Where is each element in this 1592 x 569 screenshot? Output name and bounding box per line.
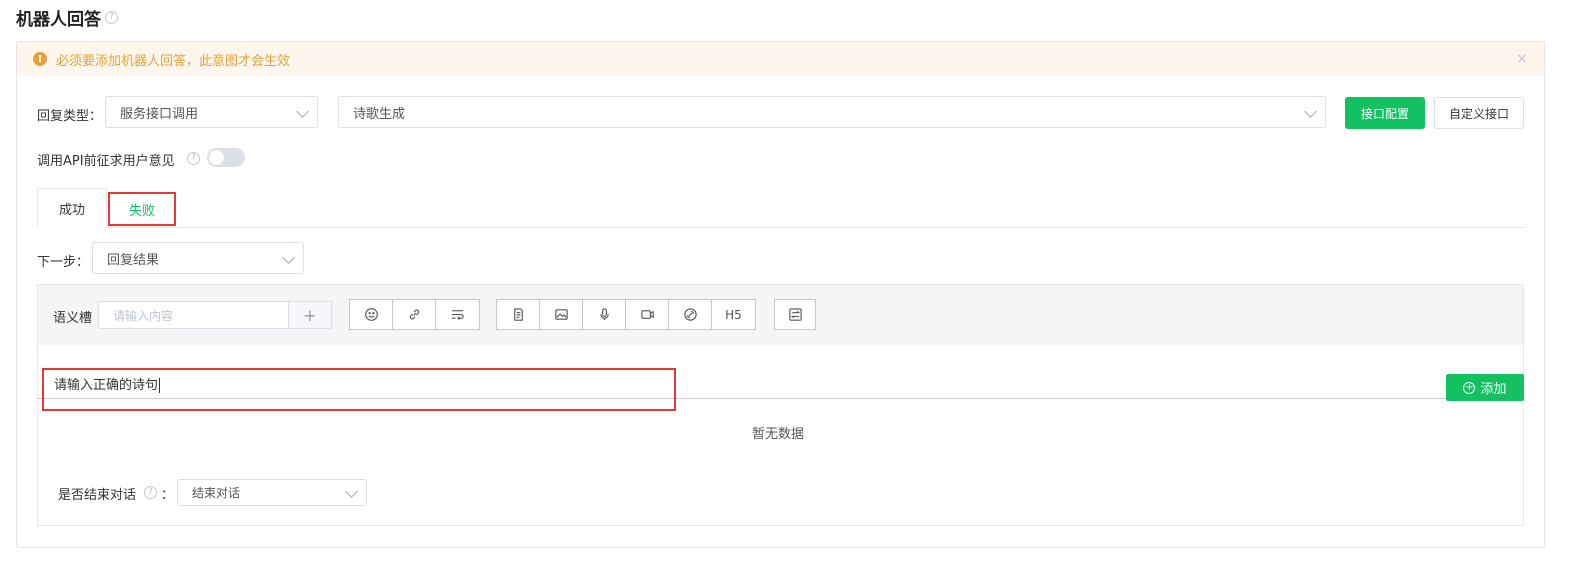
chevron-down-icon xyxy=(1304,105,1317,118)
tab-success[interactable]: 成功 xyxy=(37,188,107,228)
reply-type-value: 服务接口调用 xyxy=(120,106,199,122)
slot-input[interactable]: 请输入内容 xyxy=(98,301,288,329)
microphone-icon xyxy=(599,308,609,321)
video-button[interactable] xyxy=(626,300,669,329)
next-step-select[interactable]: 回复结果 xyxy=(92,242,304,274)
consent-label: 调用API前征求用户意见 xyxy=(37,154,175,169)
close-icon[interactable]: × xyxy=(1516,51,1528,67)
service-select[interactable]: 诗歌生成 xyxy=(338,96,1326,128)
add-slot-button[interactable]: + xyxy=(288,301,332,329)
hyperlink-icon xyxy=(683,308,697,321)
link-button[interactable] xyxy=(393,300,436,329)
service-value: 诗歌生成 xyxy=(353,106,406,122)
chevron-down-icon xyxy=(296,105,309,118)
image-icon xyxy=(554,309,568,320)
chevron-down-icon xyxy=(345,485,358,498)
text-wrap-button[interactable] xyxy=(436,300,479,329)
end-dialog-select[interactable]: 结束对话 xyxy=(177,479,367,506)
reply-type-label: 回复类型： xyxy=(37,109,103,124)
warning-icon: ! xyxy=(33,52,47,66)
media-tools: H5 xyxy=(496,299,756,330)
editor-toolbar: 语义槽 请输入内容 + H5 xyxy=(38,285,1523,345)
video-icon xyxy=(640,310,654,319)
hyperlink-button[interactable] xyxy=(669,300,712,329)
empty-state: 暂无数据 xyxy=(752,427,805,442)
document-button[interactable] xyxy=(497,300,540,329)
reply-highlight-box xyxy=(42,368,676,411)
plus-circle-icon: + xyxy=(1463,381,1476,394)
swap-icon xyxy=(788,308,802,321)
custom-api-button[interactable]: 自定义接口 xyxy=(1434,97,1524,129)
add-button-label: 添加 xyxy=(1480,382,1507,397)
text-wrap-icon xyxy=(451,310,464,321)
next-step-label: 下一步： xyxy=(37,255,90,270)
extra-tools xyxy=(774,299,816,330)
format-tools xyxy=(349,299,480,330)
swap-button[interactable] xyxy=(775,300,815,329)
slot-label: 语义槽 xyxy=(53,311,93,326)
tabs-divider xyxy=(37,227,1524,228)
image-button[interactable] xyxy=(540,300,583,329)
emoji-icon xyxy=(364,308,378,321)
api-config-button[interactable]: 接口配置 xyxy=(1345,97,1425,129)
help-icon[interactable]: ? xyxy=(187,152,200,165)
microphone-button[interactable] xyxy=(583,300,626,329)
alert-message: 必须要添加机器人回答，此意图才会生效 xyxy=(56,53,291,69)
end-dialog-value: 结束对话 xyxy=(192,486,241,500)
warning-alert: ! 必须要添加机器人回答，此意图才会生效 × xyxy=(17,42,1544,76)
end-dialog-label: 是否结束对话 xyxy=(58,488,137,503)
end-dialog-colon: ： xyxy=(161,488,175,503)
page-title-text: 机器人回答 xyxy=(16,10,101,30)
emoji-button[interactable] xyxy=(350,300,393,329)
help-icon[interactable]: ? xyxy=(105,11,118,24)
reply-type-select[interactable]: 服务接口调用 xyxy=(105,96,318,128)
add-reply-button[interactable]: + 添加 xyxy=(1446,374,1524,401)
page-title: 机器人回答 ? xyxy=(16,5,118,30)
next-step-value: 回复结果 xyxy=(107,252,160,268)
h5-button[interactable]: H5 xyxy=(712,300,755,329)
help-icon[interactable]: ? xyxy=(144,486,157,499)
tab-fail[interactable]: 失败 xyxy=(108,192,176,226)
toggle-knob xyxy=(209,150,224,165)
chevron-down-icon xyxy=(282,251,295,264)
robot-answer-panel: ! 必须要添加机器人回答，此意图才会生效 × 回复类型： 服务接口调用 诗歌生成… xyxy=(16,41,1545,548)
consent-toggle[interactable] xyxy=(207,148,245,167)
document-icon xyxy=(513,308,523,321)
link-icon xyxy=(409,309,419,320)
